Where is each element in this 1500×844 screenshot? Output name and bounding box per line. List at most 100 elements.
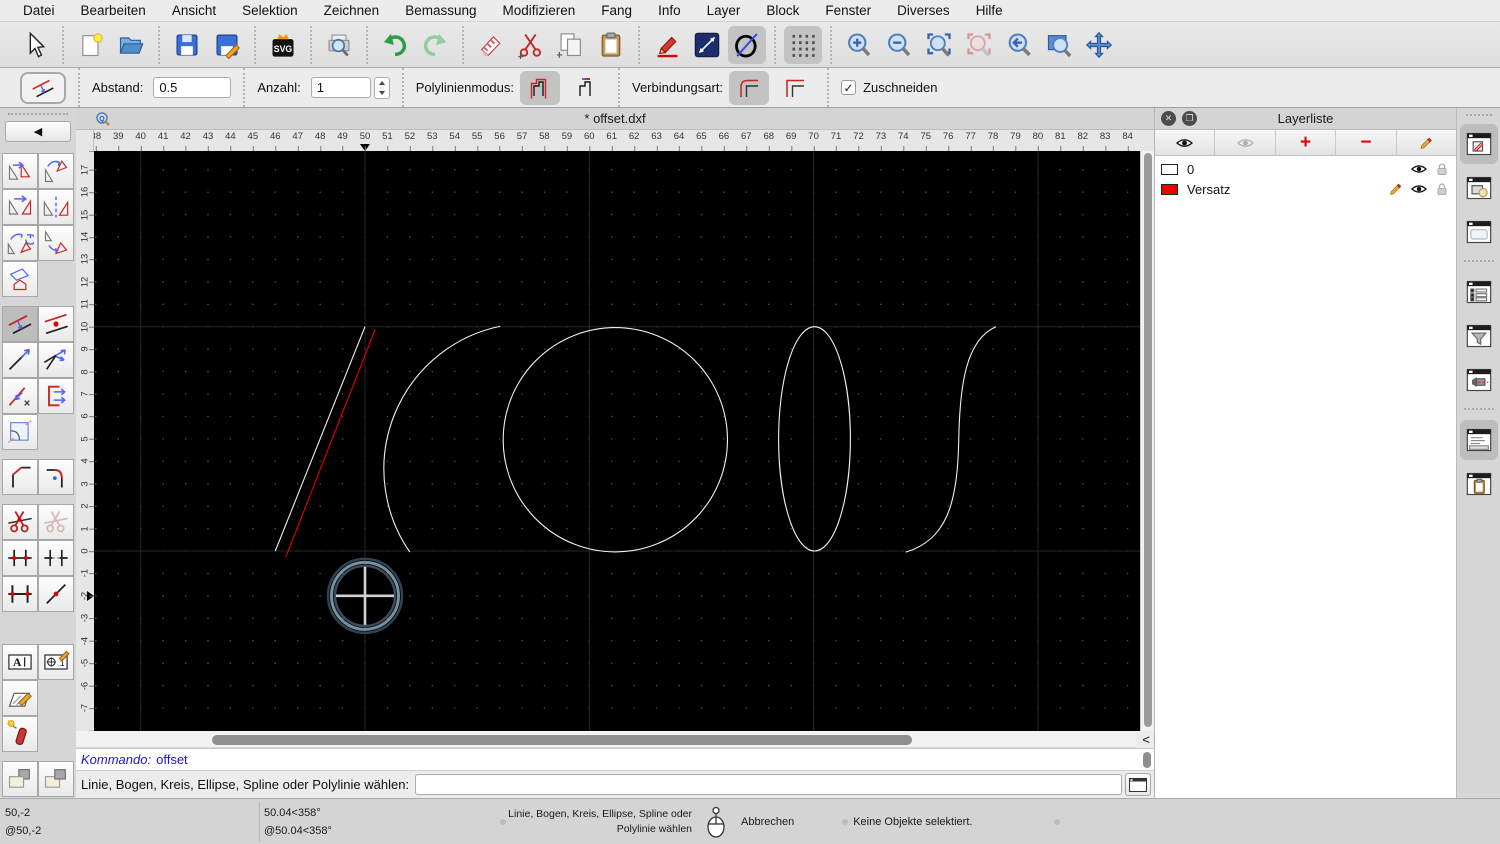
zoom-prev-button[interactable] [1000, 26, 1038, 64]
shorten-button[interactable] [2, 378, 38, 414]
history-scrollbar-thumb[interactable] [1143, 752, 1151, 768]
zoom-select-button[interactable] [960, 26, 998, 64]
save-as-button[interactable] [208, 26, 246, 64]
polyline-mode-segment-button[interactable] [566, 71, 606, 105]
zoom-out-button[interactable] [880, 26, 918, 64]
distance-button[interactable] [688, 26, 726, 64]
connection-sharp-button[interactable] [775, 71, 815, 105]
trim-checkbox[interactable]: ✓ [841, 80, 857, 95]
clip-rect-button[interactable] [2, 414, 38, 450]
menu-item-ansicht[interactable]: Ansicht [159, 3, 229, 18]
project-button[interactable] [2, 261, 38, 297]
mirror-axis-button[interactable] [2, 189, 38, 225]
count-stepper[interactable] [373, 76, 390, 99]
menu-item-bemassung[interactable]: Bemassung [392, 3, 489, 18]
svg-export-button[interactable] [264, 26, 302, 64]
lengthen-button[interactable] [2, 342, 38, 378]
pointer-button[interactable] [16, 26, 54, 64]
menu-item-block[interactable]: Block [753, 3, 812, 18]
polyline-mode-outline-button[interactable] [519, 70, 560, 105]
text-edit-button[interactable] [2, 644, 38, 680]
cut-button[interactable] [512, 26, 550, 64]
split-point-button[interactable] [38, 576, 74, 612]
history-scrollbar[interactable] [1142, 751, 1152, 769]
undo-button[interactable] [376, 26, 414, 64]
paste-button[interactable] [592, 26, 630, 64]
menu-item-fang[interactable]: Fang [588, 3, 645, 18]
pan-button[interactable] [1080, 26, 1118, 64]
count-input[interactable] [310, 77, 371, 98]
eraser-button[interactable] [472, 26, 510, 64]
menu-item-diverses[interactable]: Diverses [884, 3, 963, 18]
menu-item-fenster[interactable]: Fenster [812, 3, 884, 18]
connection-round-button[interactable] [729, 70, 770, 105]
stepper-down-icon[interactable] [375, 88, 389, 98]
zoom-window-button[interactable] [1040, 26, 1078, 64]
grid-button[interactable] [784, 25, 822, 64]
redo-button[interactable] [416, 26, 454, 64]
lengthen-two-button[interactable] [38, 342, 74, 378]
break-points-button[interactable] [2, 540, 38, 576]
rotate-button[interactable] [38, 153, 74, 189]
win-clipboard-button[interactable] [1460, 464, 1498, 504]
open-folder-button[interactable] [112, 26, 150, 64]
rotate-two-button[interactable] [38, 225, 74, 261]
win-views-button[interactable] [1460, 360, 1498, 400]
pencil-draw-button[interactable] [648, 26, 686, 64]
layer-lock-icon[interactable] [1434, 182, 1450, 196]
menu-item-zeichnen[interactable]: Zeichnen [311, 3, 393, 18]
layer-color-swatch[interactable] [1161, 163, 1178, 175]
layer-color-swatch[interactable] [1161, 183, 1178, 195]
mirror-button[interactable] [38, 189, 74, 225]
order-back-button[interactable] [38, 761, 74, 797]
edit-layer-button[interactable] [1397, 130, 1456, 155]
command-input[interactable] [415, 774, 1122, 795]
divide-button[interactable] [2, 504, 38, 540]
win-filter-button[interactable] [1460, 316, 1498, 356]
menu-item-hilfe[interactable]: Hilfe [963, 3, 1016, 18]
strip-drag-handle[interactable] [1465, 114, 1492, 118]
layer-visible-icon[interactable] [1411, 182, 1427, 196]
menu-item-bearbeiten[interactable]: Bearbeiten [68, 3, 159, 18]
palette-drag-handle[interactable] [8, 113, 68, 117]
layer-row-versatz[interactable]: Versatz [1155, 179, 1456, 199]
menu-item-datei[interactable]: Datei [10, 3, 68, 18]
save-button[interactable] [168, 26, 206, 64]
copy-button[interactable] [552, 26, 590, 64]
win-props-button[interactable] [1460, 272, 1498, 312]
move-button[interactable] [2, 153, 38, 189]
layer-lock-icon[interactable] [1434, 162, 1450, 176]
stretch-button[interactable] [38, 378, 74, 414]
horizontal-scrollbar-thumb[interactable] [212, 734, 912, 745]
layer-visible-icon[interactable] [1411, 162, 1427, 176]
zoom-in-button[interactable] [840, 26, 878, 64]
menu-item-layer[interactable]: Layer [694, 3, 754, 18]
stepper-up-icon[interactable] [375, 78, 389, 88]
command-options-button[interactable] [1125, 773, 1151, 796]
win-blocks-button[interactable] [1460, 168, 1498, 208]
drawing-canvas[interactable] [94, 151, 1140, 731]
win-layers-button[interactable] [1459, 124, 1498, 164]
horizontal-scrollbar[interactable] [76, 731, 1136, 748]
win-command-button[interactable] [1459, 420, 1498, 460]
print-preview-button[interactable] [320, 26, 358, 64]
palette-back-button[interactable]: ◀ [5, 121, 71, 142]
add-layer-button[interactable]: + [1276, 130, 1337, 155]
hide-all-layers-button[interactable] [1215, 130, 1276, 155]
dim-edit-button[interactable] [38, 644, 74, 680]
distance-input[interactable] [153, 77, 232, 98]
move-rotate-button[interactable] [2, 225, 38, 261]
menu-item-modifizieren[interactable]: Modifizieren [490, 3, 589, 18]
order-front-button[interactable] [2, 761, 38, 797]
break-out-button[interactable] [38, 504, 74, 540]
break-gap-button[interactable] [38, 540, 74, 576]
hatch-edit-button[interactable] [2, 680, 38, 716]
explode-button[interactable] [2, 716, 38, 752]
chamfer-button[interactable] [2, 459, 38, 495]
vertical-scrollbar[interactable] [1140, 151, 1154, 731]
win-library-button[interactable] [1460, 212, 1498, 252]
remove-layer-button[interactable]: − [1336, 130, 1397, 155]
vertical-scrollbar-thumb[interactable] [1143, 153, 1152, 727]
fillet-button[interactable] [38, 459, 74, 495]
new-file-button[interactable] [72, 26, 110, 64]
